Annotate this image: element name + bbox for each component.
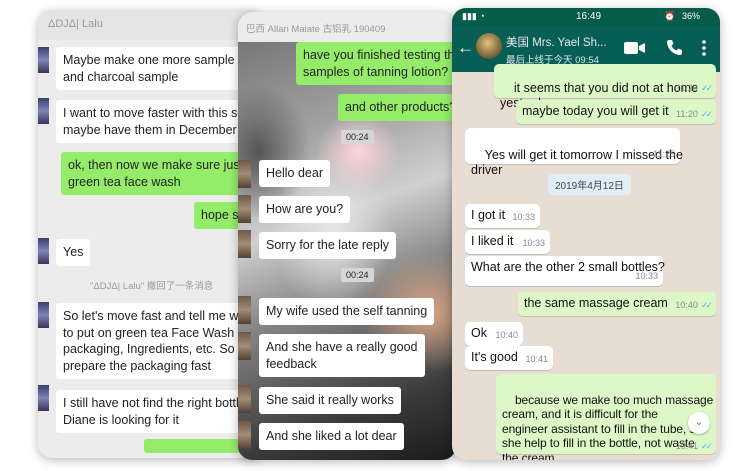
message-incoming: Maybe make one more sample and charcoal … bbox=[56, 47, 242, 90]
message-incoming: And she have a really good feedback bbox=[259, 334, 425, 377]
message-time: 10:33 bbox=[635, 270, 658, 281]
message-incoming: Yes will get it tomorrow I missed the dr… bbox=[465, 128, 683, 177]
message-time: 10:33 bbox=[512, 211, 535, 222]
read-ticks-icon: ✓✓ bbox=[700, 440, 713, 451]
contact-name[interactable]: 美国 Mrs. Yael Sh... bbox=[506, 34, 607, 50]
read-ticks-icon: ✓✓ bbox=[700, 299, 713, 310]
message-incoming: Yes bbox=[56, 239, 91, 266]
chat-header: ΔDJΔ| Lalu bbox=[38, 10, 263, 40]
message-text: Yes will get it tomorrow I missed the dr… bbox=[471, 147, 683, 178]
message-time: 10:41 bbox=[525, 353, 548, 364]
message-incoming: And she liked a lot dear bbox=[259, 423, 404, 450]
back-arrow-icon[interactable]: ← bbox=[457, 39, 474, 56]
message-outgoing: and other products? bbox=[338, 94, 456, 121]
message-time: 11:20 ✓✓ bbox=[676, 108, 713, 119]
message-outgoing: because we make too much massage cream, … bbox=[496, 374, 716, 460]
message-time: 11:25 bbox=[653, 148, 675, 159]
chat-header: 巴西 Allan Maiate 古铝乳 190409 bbox=[238, 12, 456, 42]
message-time: 10:40 bbox=[495, 329, 518, 340]
avatar[interactable] bbox=[38, 47, 49, 73]
message-time: 10:40 ✓✓ bbox=[675, 299, 713, 310]
message-incoming: She said it really works bbox=[259, 387, 401, 414]
phone-wechat-middle: 巴西 Allan Maiate 古铝乳 190409 have you fini… bbox=[238, 12, 456, 460]
message-time: 10:33 bbox=[522, 237, 545, 248]
avatar[interactable] bbox=[38, 385, 49, 411]
avatar[interactable] bbox=[238, 160, 251, 188]
date-chip: 2019年4月12日 bbox=[548, 174, 631, 195]
message-incoming: My wife used the self tanning bbox=[259, 298, 435, 325]
message-incoming: What are the other 2 small bottles? 10:3… bbox=[465, 256, 665, 286]
avatar[interactable] bbox=[238, 195, 251, 223]
avatar[interactable] bbox=[38, 238, 49, 264]
avatar[interactable] bbox=[238, 296, 251, 324]
message-outgoing: it seems that you did not at home yester… bbox=[494, 64, 716, 110]
message-outgoing: maybe today you will get it 11:20 ✓✓ bbox=[516, 100, 716, 124]
message-text: I liked it bbox=[471, 234, 514, 248]
phone-wechat-left: ΔDJΔ| Lalu Maybe make one more sample an… bbox=[38, 10, 263, 458]
message-incoming: I want to move faster with this so maybe… bbox=[56, 100, 252, 143]
message-outgoing: the same massage cream 10:40 ✓✓ bbox=[518, 292, 716, 316]
video-call-icon[interactable] bbox=[624, 41, 646, 55]
message-incoming: I still have not find the right bottle, … bbox=[56, 390, 257, 433]
message-incoming: Hello dear bbox=[259, 160, 330, 187]
recall-notice: "ΔDJΔ| Lalu" 撤回了一条消息 bbox=[90, 281, 214, 292]
chevron-down-icon[interactable]: ⌄ bbox=[688, 412, 710, 434]
message-outgoing: have you finished testing the samples of… bbox=[296, 42, 456, 85]
battery-level: 36% bbox=[682, 11, 701, 21]
message-text: It's good bbox=[471, 350, 518, 364]
avatar[interactable] bbox=[238, 385, 251, 413]
message-incoming: Sorry for the late reply bbox=[259, 232, 396, 259]
avatar[interactable] bbox=[38, 98, 49, 124]
timestamp: 00:24 bbox=[341, 130, 374, 144]
message-text: I got it bbox=[471, 208, 506, 222]
alarm-icon: ⏰ bbox=[664, 11, 676, 21]
read-ticks-icon: ✓✓ bbox=[700, 82, 713, 93]
message-incoming: I liked it 10:33 bbox=[465, 230, 550, 254]
phone-icon[interactable] bbox=[666, 39, 682, 56]
avatar[interactable] bbox=[238, 332, 251, 360]
message-incoming: It's good 10:41 bbox=[465, 346, 553, 370]
chat-title: 巴西 Allan Maiate 古铝乳 190409 bbox=[246, 24, 386, 35]
avatar[interactable] bbox=[238, 230, 251, 258]
message-text: Ok bbox=[471, 326, 487, 340]
message-outgoing: ok, then now we make sure just the green… bbox=[61, 152, 263, 195]
status-bar: ▮▮▮ ◔ 16:49 ⏰ 36% bbox=[452, 8, 720, 26]
message-time: 11:20 ✓✓ bbox=[676, 82, 713, 93]
signal-icon: ▮▮▮ ◔ bbox=[462, 11, 485, 21]
phone-whatsapp-right: ▮▮▮ ◔ 16:49 ⏰ 36% ← 美国 Mrs. Yael Sh... 最… bbox=[452, 8, 720, 460]
message-incoming: I got it 10:33 bbox=[465, 204, 540, 228]
avatar[interactable] bbox=[238, 421, 251, 449]
message-incoming: How are you? bbox=[259, 196, 351, 223]
chat-title: ΔDJΔ| Lalu bbox=[48, 18, 103, 30]
read-ticks-icon: ✓✓ bbox=[700, 108, 713, 119]
message-time: 10:41 ✓✓ bbox=[675, 440, 713, 451]
timestamp: 00:24 bbox=[341, 268, 374, 282]
message-incoming: So let's move fast and tell me what to p… bbox=[56, 303, 263, 379]
avatar[interactable] bbox=[476, 33, 502, 59]
avatar[interactable] bbox=[38, 302, 49, 328]
message-text: maybe today you will get it bbox=[522, 104, 669, 118]
status-time: 16:49 bbox=[576, 11, 602, 22]
message-incoming: Ok 10:40 bbox=[465, 322, 523, 346]
message-text: the same massage cream bbox=[524, 296, 668, 310]
more-vert-icon[interactable] bbox=[702, 40, 706, 56]
